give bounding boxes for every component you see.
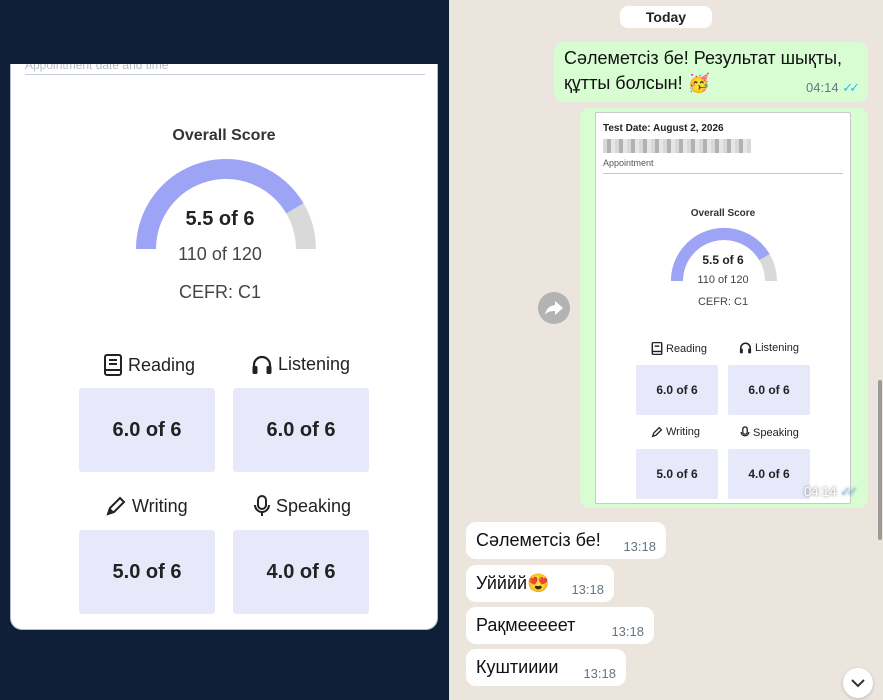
skill-label-reading: Reading <box>103 354 195 376</box>
mini-score-points: 110 of 120 <box>697 274 749 286</box>
blurred-name <box>603 139 751 153</box>
image-message[interactable]: Test Date: August 2, 2026 Appointment Ov… <box>580 108 868 508</box>
mini-cefr: CEFR: C1 <box>697 296 749 308</box>
read-ticks-icon: ✓✓ <box>842 80 860 95</box>
skill-name: Writing <box>132 495 188 516</box>
overall-score-title: Overall Score <box>172 127 276 144</box>
header-divider <box>25 74 425 75</box>
microphone-icon <box>254 495 270 516</box>
score-card: Appointment date and time Overall Score … <box>10 64 438 630</box>
skill-name: Speaking <box>276 495 352 516</box>
mini-score-writing: 5.0 of 6 <box>636 449 718 499</box>
mini-score-listening: 6.0 of 6 <box>728 365 810 415</box>
pencil-icon <box>651 426 663 438</box>
message-text: Рақмееееет <box>476 615 576 635</box>
cefr-level: CEFR: C1 <box>178 282 261 302</box>
overall-score-value: 5.5 of 6 <box>185 208 255 230</box>
skill-name: Listening <box>278 354 351 374</box>
message-time: 13:18 <box>623 539 656 554</box>
message-text: Куштииии <box>476 657 559 677</box>
forward-icon <box>545 301 563 315</box>
mini-score-value: 5.5 of 6 <box>702 253 744 267</box>
score-report-panel: Appointment date and time Overall Score … <box>0 0 449 700</box>
skill-label-speaking: Speaking <box>253 495 351 517</box>
mini-appointment: Appointment <box>603 158 654 168</box>
mini-label-listening: Listening <box>739 342 799 354</box>
skill-name: Reading <box>128 354 196 375</box>
headphones-icon <box>739 342 752 354</box>
mini-overall-title: Overall Score <box>690 208 756 219</box>
score-screenshot-image[interactable]: Test Date: August 2, 2026 Appointment Ov… <box>595 112 851 504</box>
incoming-message[interactable]: Сәлеметсіз бе! 13:18 <box>466 522 666 559</box>
book-icon <box>651 342 663 355</box>
mini-score-reading: 6.0 of 6 <box>636 365 718 415</box>
mini-divider <box>603 173 843 174</box>
skill-label-writing: Writing <box>105 495 188 517</box>
skill-score-listening: 6.0 of 6 <box>233 388 369 472</box>
forward-button[interactable] <box>538 292 570 324</box>
book-icon <box>104 354 122 376</box>
mini-test-date: Test Date: August 2, 2026 <box>603 123 724 134</box>
message-time: 04:14 ✓✓ <box>806 80 860 95</box>
skill-score-writing: 5.0 of 6 <box>79 530 215 614</box>
scroll-down-button[interactable] <box>843 668 873 698</box>
skill-score-reading: 6.0 of 6 <box>79 388 215 472</box>
microphone-icon <box>740 426 750 437</box>
skill-score-speaking: 4.0 of 6 <box>233 530 369 614</box>
chevron-down-icon <box>851 678 865 687</box>
message-text: Сәлеметсіз бе! <box>476 530 601 550</box>
headphones-icon <box>252 355 272 374</box>
chat-panel[interactable]: Today Сәлеметсіз бе! Результат шықты, құ… <box>449 0 883 700</box>
cropped-header-text: Appointment date and time <box>25 64 169 72</box>
message-time: 13:18 <box>583 666 616 681</box>
overall-score-points: 110 of 120 <box>178 244 262 264</box>
date-separator: Today <box>620 6 712 28</box>
mini-label-writing: Writing <box>651 426 700 438</box>
mini-score-speaking: 4.0 of 6 <box>728 449 810 499</box>
skill-label-listening: Listening <box>251 354 350 375</box>
read-ticks-icon: ✓✓ <box>840 484 858 499</box>
image-message-time: 04:14 ✓✓ <box>804 484 858 499</box>
mini-label-reading: Reading <box>651 342 707 355</box>
message-time: 13:18 <box>571 582 604 597</box>
message-time: 13:18 <box>611 624 644 639</box>
incoming-message[interactable]: Рақмееееет 13:18 <box>466 607 654 644</box>
message-text: Уйййй😍 <box>476 573 550 593</box>
incoming-message[interactable]: Куштииии 13:18 <box>466 649 626 686</box>
outgoing-message[interactable]: Сәлеметсіз бе! Результат шықты, құтты бо… <box>554 42 868 102</box>
pencil-icon <box>106 496 126 516</box>
mini-label-speaking: Speaking <box>740 426 799 439</box>
scrollbar[interactable] <box>878 380 882 540</box>
incoming-message[interactable]: Уйййй😍 13:18 <box>466 565 614 602</box>
overall-score-gauge <box>136 159 316 250</box>
